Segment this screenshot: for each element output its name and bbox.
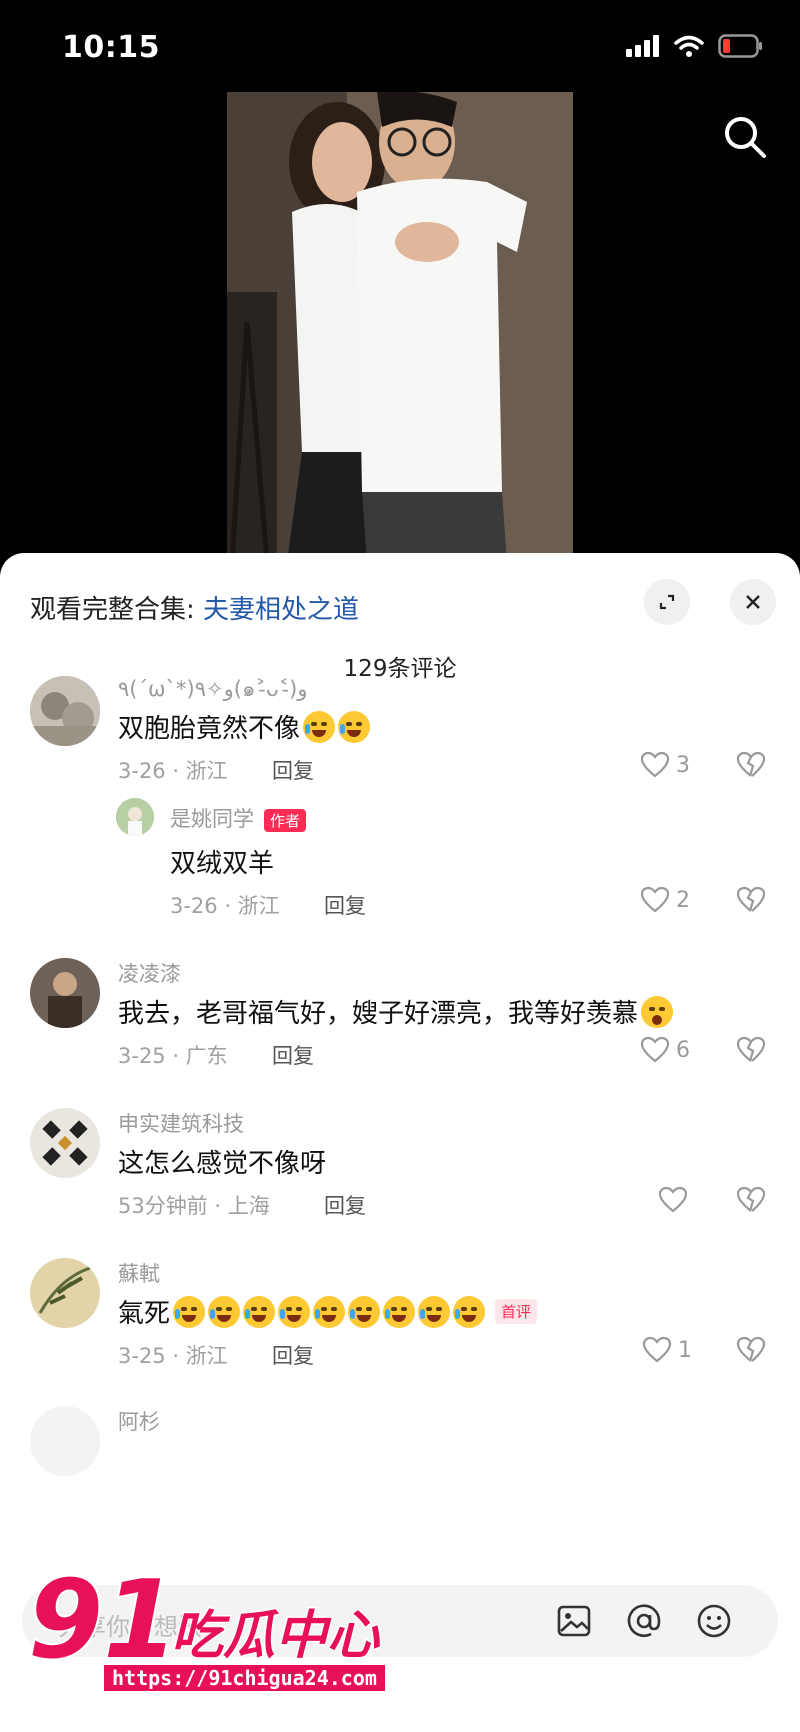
comment-meta: 3-25 · 广东: [118, 1044, 228, 1068]
broken-heart-icon: [736, 1186, 766, 1212]
search-button[interactable]: [720, 112, 770, 162]
signal-icon: [626, 35, 659, 57]
like-count: 2: [676, 887, 690, 913]
expand-icon: [659, 594, 675, 610]
crying-laugh-emoji: [313, 1295, 346, 1328]
collection-prefix: 观看完整合集:: [30, 595, 204, 625]
close-icon: [746, 595, 760, 609]
comment-text: 双绒双羊: [170, 849, 275, 879]
heart-icon: [642, 1336, 672, 1363]
expand-button[interactable]: [644, 579, 690, 625]
crying-laugh-emoji: [453, 1295, 486, 1328]
avatar[interactable]: [116, 798, 154, 836]
comment-username[interactable]: 是姚同学 作者: [170, 803, 307, 833]
comment-text: 我去，老哥福气好，嫂子好漂亮，我等好羡慕: [118, 993, 674, 1030]
like-button[interactable]: 2: [640, 886, 690, 914]
like-button[interactable]: [658, 1186, 688, 1214]
image-icon: [557, 1605, 591, 1637]
broken-heart-icon: [736, 886, 766, 912]
reply-button[interactable]: 回复: [324, 1190, 366, 1220]
author-badge: 作者: [264, 808, 307, 832]
avatar[interactable]: [30, 1406, 100, 1476]
avatar[interactable]: [30, 676, 100, 746]
like-count: 6: [676, 1037, 690, 1063]
dislike-button[interactable]: [736, 751, 766, 783]
comment-input-placeholder[interactable]: 分享你的想法: [58, 1607, 202, 1642]
comment-username[interactable]: 申实建筑科技: [118, 1108, 244, 1138]
crying-laugh-emoji: [418, 1295, 451, 1328]
collection-header[interactable]: 观看完整合集: 夫妻相处之道: [30, 589, 359, 626]
dislike-button[interactable]: [736, 1186, 766, 1218]
first-comment-badge: 首评: [495, 1299, 538, 1324]
avatar[interactable]: [30, 1258, 100, 1328]
status-time: 10:15: [62, 30, 160, 65]
video-image: [227, 92, 573, 562]
wifi-icon: [674, 35, 704, 57]
status-icons: [626, 34, 764, 58]
like-button[interactable]: 6: [640, 1036, 690, 1064]
dislike-button[interactable]: [736, 1036, 766, 1068]
comment-text: 这怎么感觉不像呀: [118, 1149, 327, 1179]
comment-input-bar[interactable]: 分享你的想法: [22, 1585, 778, 1657]
comments-sheet: 观看完整合集: 夫妻相处之道 129条评论 ٩(ˊωˋ*)و✧٩(๑˃̵ᴗ˂̵)…: [0, 553, 800, 1732]
avatar[interactable]: [30, 958, 100, 1028]
crying-laugh-emoji: [208, 1295, 241, 1328]
image-button[interactable]: [552, 1599, 596, 1643]
comment-text: 氣死 首评: [118, 1293, 538, 1330]
broken-heart-icon: [736, 751, 766, 777]
emoji-button[interactable]: [692, 1599, 736, 1643]
crying-laugh-emoji: [303, 710, 336, 743]
comment-username[interactable]: 凌凌漆: [118, 958, 181, 988]
avatar[interactable]: [30, 1108, 100, 1178]
collection-link[interactable]: 夫妻相处之道: [203, 595, 359, 625]
heart-icon: [640, 886, 670, 913]
reply-button[interactable]: 回复: [272, 1040, 314, 1070]
mention-button[interactable]: [622, 1599, 666, 1643]
heart-icon: [658, 1186, 688, 1213]
comment-meta: 3-26 · 浙江: [118, 759, 228, 783]
comment-meta: 3-26 · 浙江: [170, 894, 280, 918]
comment-username[interactable]: 蘇軾: [118, 1258, 160, 1288]
crying-laugh-emoji: [348, 1295, 381, 1328]
heart-icon: [640, 751, 670, 778]
emoji-icon: [697, 1604, 731, 1638]
shocked-emoji: [641, 995, 674, 1028]
like-button[interactable]: 1: [642, 1336, 692, 1364]
crying-laugh-emoji: [243, 1295, 276, 1328]
reply-button[interactable]: 回复: [272, 755, 314, 785]
dislike-button[interactable]: [736, 886, 766, 918]
comment-meta: 3-25 · 浙江: [118, 1344, 228, 1368]
search-icon: [725, 117, 766, 158]
video-frame[interactable]: [227, 92, 573, 562]
broken-heart-icon: [736, 1336, 766, 1362]
crying-laugh-emoji: [173, 1295, 206, 1328]
reply-button[interactable]: 回复: [324, 890, 366, 920]
broken-heart-icon: [736, 1036, 766, 1062]
like-count: 1: [678, 1337, 692, 1363]
comment-username[interactable]: 阿杉: [118, 1406, 160, 1436]
crying-laugh-emoji: [383, 1295, 416, 1328]
heart-icon: [640, 1036, 670, 1063]
comment-meta: 53分钟前 · 上海: [118, 1194, 270, 1218]
like-button[interactable]: 3: [640, 751, 690, 779]
close-button[interactable]: [730, 579, 776, 625]
status-bar: 10:15: [0, 0, 800, 95]
like-count: 3: [676, 752, 690, 778]
battery-icon: [718, 34, 762, 58]
comment-text: 双胞胎竟然不像: [118, 708, 371, 745]
crying-laugh-emoji: [278, 1295, 311, 1328]
comment-username[interactable]: ٩(ˊωˋ*)و✧٩(๑˃̵ᴗ˂̵)و: [118, 673, 308, 706]
crying-laugh-emoji: [338, 710, 371, 743]
dislike-button[interactable]: [736, 1336, 766, 1368]
at-icon: [627, 1604, 661, 1637]
reply-button[interactable]: 回复: [272, 1340, 314, 1370]
